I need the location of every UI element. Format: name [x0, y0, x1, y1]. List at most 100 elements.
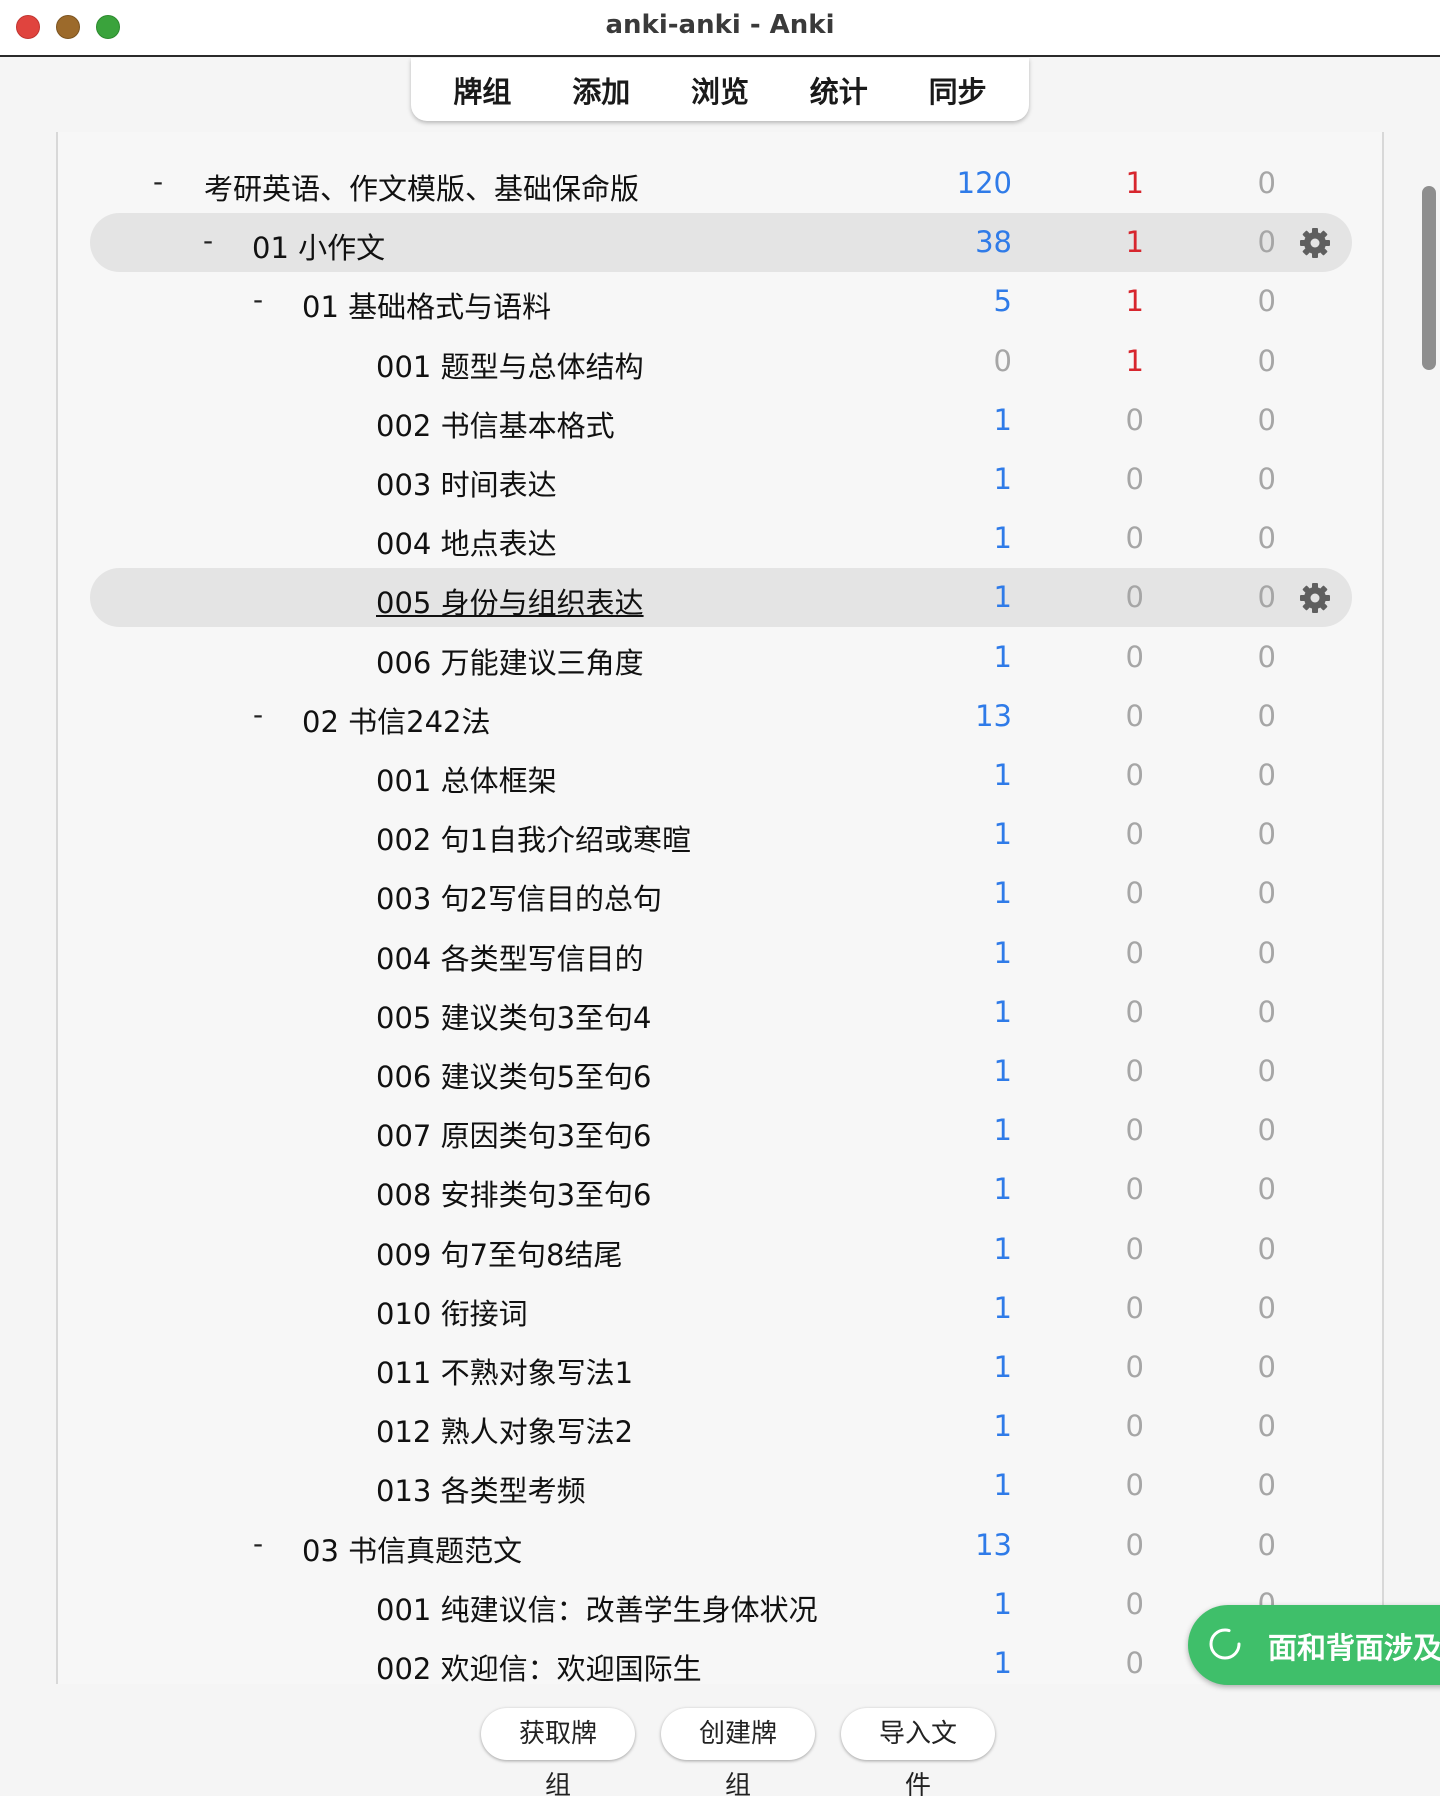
new-count: 1	[993, 1172, 1012, 1207]
deck-name-link[interactable]: 001 纯建议信：改善学生身体状况	[376, 1587, 818, 1629]
gear-icon[interactable]	[1298, 226, 1332, 260]
new-count: 1	[993, 876, 1012, 911]
create-deck-button[interactable]: 创建牌组	[661, 1708, 815, 1796]
deck-row[interactable]: - 02 书信242法 13 0 0	[90, 687, 1352, 746]
deck-name-link[interactable]: 011 不熟对象写法1	[376, 1350, 633, 1392]
review-count: 0	[1257, 1172, 1276, 1207]
learn-count: 0	[1125, 521, 1144, 556]
deck-row[interactable]: 002 句1自我介绍或寒暄 1 0 0	[90, 805, 1352, 864]
deck-name-link[interactable]: 012 熟人对象写法2	[376, 1409, 633, 1451]
deck-row[interactable]: 006 建议类句5至句6 1 0 0	[90, 1042, 1352, 1101]
deck-name-link[interactable]: 02 书信242法	[302, 699, 490, 741]
deck-name-link[interactable]: 009 句7至句8结尾	[376, 1232, 622, 1274]
deck-name-link[interactable]: 013 各类型考频	[376, 1468, 586, 1510]
deck-row[interactable]: 003 时间表达 1 0 0	[90, 450, 1352, 509]
deck-row[interactable]: 001 题型与总体结构 0 1 0	[90, 332, 1352, 391]
deck-name-link[interactable]: 004 各类型写信目的	[376, 936, 644, 978]
deck-row[interactable]: 003 句2写信目的总句 1 0 0	[90, 864, 1352, 923]
deck-row[interactable]: 002 欢迎信：欢迎国际生100	[90, 1634, 1352, 1684]
deck-name-link[interactable]: 004 地点表达	[376, 521, 557, 563]
deck-name-link[interactable]: 002 句1自我介绍或寒暄	[376, 817, 691, 859]
learn-count: 0	[1125, 994, 1144, 1029]
deck-name-link[interactable]: 010 衔接词	[376, 1291, 528, 1333]
deck-name-link[interactable]: 002 书信基本格式	[376, 403, 615, 445]
deck-name-link[interactable]: 001 题型与总体结构	[376, 344, 644, 386]
review-count: 0	[1257, 1113, 1276, 1148]
deck-row[interactable]: 004 各类型写信目的 1 0 0	[90, 924, 1352, 983]
new-count: 1	[993, 1113, 1012, 1148]
deck-row[interactable]: 005 建议类句3至句4 1 0 0	[90, 983, 1352, 1042]
deck-name-link[interactable]: 考研英语、作文模版、基础保命版	[204, 166, 639, 208]
deck-row[interactable]: 002 书信基本格式 1 0 0	[90, 391, 1352, 450]
review-count: 0	[1257, 876, 1276, 911]
toolbar-sync-button[interactable]: 同步	[919, 65, 997, 115]
review-count: 0	[1257, 225, 1276, 260]
review-count: 0	[1257, 817, 1276, 852]
deck-name-link[interactable]: 003 时间表达	[376, 462, 557, 504]
learn-count: 0	[1125, 402, 1144, 437]
learn-count: 0	[1125, 1290, 1144, 1325]
deck-row[interactable]: 001 纯建议信：改善学生身体状况 1 0 0	[90, 1575, 1352, 1634]
deck-name-link[interactable]: 01 小作文	[252, 225, 385, 267]
collapse-toggle[interactable]: -	[203, 224, 213, 257]
learn-count: 0	[1125, 1054, 1144, 1088]
deck-row[interactable]: 008 安排类句3至句6 1 0 0	[90, 1160, 1352, 1219]
deck-name-link[interactable]: 005 建议类句3至句4	[376, 995, 651, 1037]
review-count: 0	[1257, 639, 1276, 674]
new-count: 1	[993, 521, 1012, 556]
review-count: 0	[1257, 521, 1276, 556]
deck-name-link[interactable]: 03 书信真题范文	[302, 1528, 522, 1570]
deck-name-link[interactable]: 003 句2写信目的总句	[376, 876, 662, 918]
review-count: 0	[1257, 1409, 1276, 1444]
scrollbar-thumb[interactable]	[1422, 186, 1436, 370]
deck-row[interactable]: - 03 书信真题范文 13 0 0	[90, 1516, 1352, 1575]
new-count: 38	[975, 225, 1012, 260]
deck-row[interactable]: 005 身份与组织表达 1 0 0	[90, 568, 1352, 628]
anki-window: anki-anki - Anki 牌组 添加 浏览 统计 同步 - 考研英语、作文…	[0, 0, 1440, 1796]
collapse-toggle[interactable]: -	[253, 698, 263, 731]
review-count: 0	[1257, 994, 1276, 1029]
notification-toast[interactable]: 面和背面涉及年	[1188, 1605, 1440, 1685]
new-count: 1	[993, 1231, 1012, 1266]
toolbar-decks-button[interactable]: 牌组	[443, 65, 521, 115]
deck-row[interactable]: 004 地点表达 1 0 0	[90, 509, 1352, 568]
collapse-toggle[interactable]: -	[153, 165, 163, 198]
learn-count: 0	[1125, 1468, 1144, 1503]
review-count: 0	[1257, 1350, 1276, 1384]
get-shared-button[interactable]: 获取牌组	[481, 1708, 635, 1796]
toolbar-browse-button[interactable]: 浏览	[681, 65, 759, 115]
deck-row[interactable]: 012 熟人对象写法2 1 0 0	[90, 1397, 1352, 1456]
new-count: 1	[993, 639, 1012, 674]
deck-name-link[interactable]: 007 原因类句3至句6	[376, 1113, 651, 1155]
learn-count: 1	[1125, 166, 1144, 200]
deck-name-link[interactable]: 001 总体框架	[376, 758, 557, 800]
review-count: 0	[1257, 462, 1276, 496]
import-file-button[interactable]: 导入文件	[841, 1708, 995, 1796]
deck-row[interactable]: 007 原因类句3至句6 1 0 0	[90, 1101, 1352, 1160]
deck-row[interactable]: - 考研英语、作文模版、基础保命版 120 1 0	[90, 154, 1352, 213]
toolbar-add-button[interactable]: 添加	[562, 65, 640, 115]
gear-icon[interactable]	[1298, 581, 1332, 615]
deck-row[interactable]: 010 衔接词 1 0 0	[90, 1279, 1352, 1338]
deck-name-link[interactable]: 01 基础格式与语料	[302, 284, 551, 326]
deck-row[interactable]: 001 总体框架 1 0 0	[90, 746, 1352, 805]
deck-name-link[interactable]: 005 身份与组织表达	[376, 580, 644, 622]
deck-name-link[interactable]: 008 安排类句3至句6	[376, 1172, 651, 1214]
collapse-toggle[interactable]: -	[253, 283, 263, 316]
deck-name-link[interactable]: 002 欢迎信：欢迎国际生	[376, 1646, 702, 1684]
deck-row[interactable]: - 01 小作文 38 1 0	[90, 213, 1352, 273]
deck-name-link[interactable]: 006 建议类句5至句6	[376, 1054, 651, 1096]
toolbar-stats-button[interactable]: 统计	[800, 65, 878, 115]
deck-name-link[interactable]: 006 万能建议三角度	[376, 640, 644, 682]
learn-count: 0	[1125, 758, 1144, 792]
review-count: 0	[1257, 343, 1276, 378]
learn-count: 0	[1125, 1646, 1144, 1680]
learn-count: 0	[1125, 935, 1144, 970]
deck-row[interactable]: - 01 基础格式与语料 5 1 0	[90, 272, 1352, 331]
deck-row[interactable]: 011 不熟对象写法1 1 0 0	[90, 1338, 1352, 1397]
collapse-toggle[interactable]: -	[253, 1527, 263, 1560]
deck-row[interactable]: 013 各类型考频 1 0 0	[90, 1456, 1352, 1515]
deck-row[interactable]: 006 万能建议三角度 1 0 0	[90, 628, 1352, 687]
deck-row[interactable]: 009 句7至句8结尾 1 0 0	[90, 1220, 1352, 1279]
learn-count: 0	[1125, 1586, 1144, 1621]
